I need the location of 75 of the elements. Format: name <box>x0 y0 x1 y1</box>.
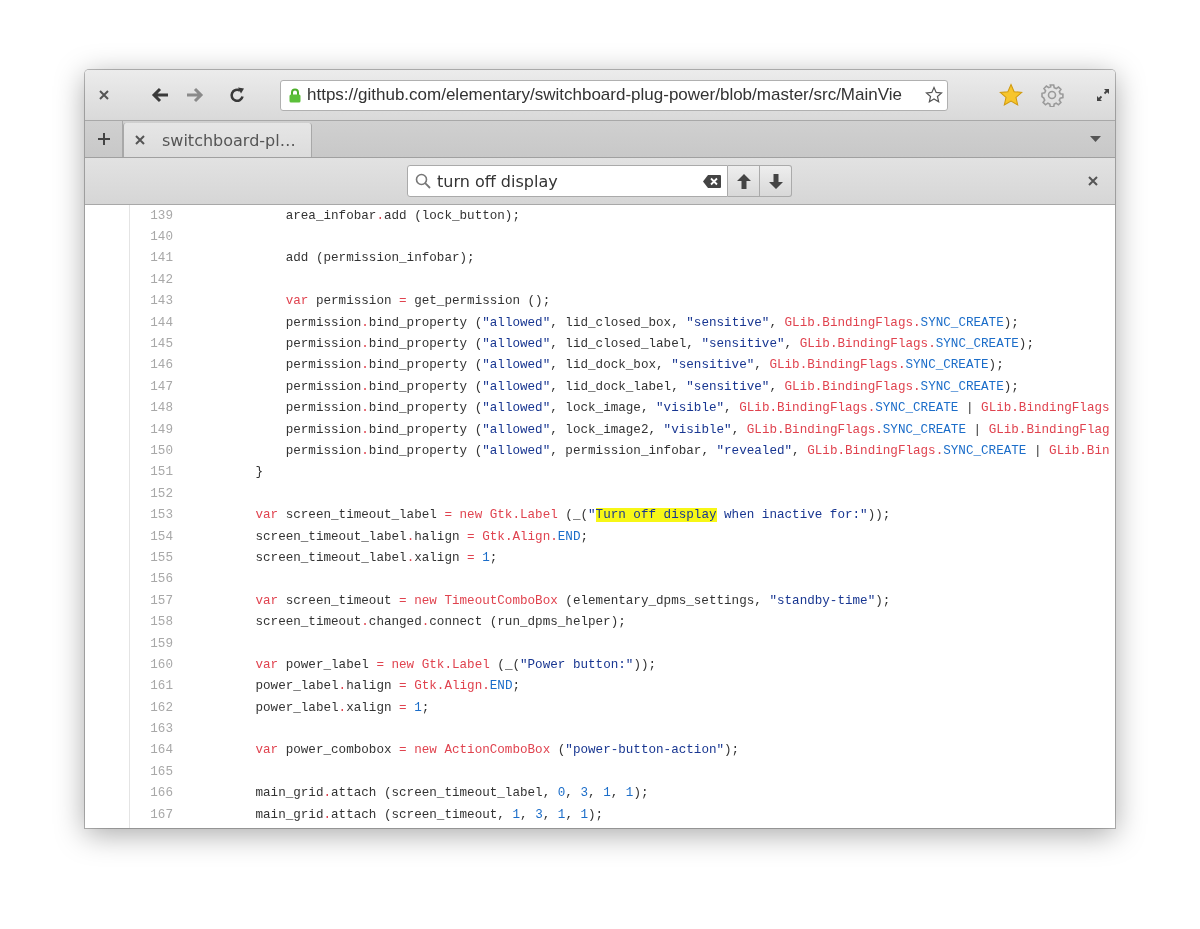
star-icon[interactable] <box>998 82 1024 108</box>
line-number: 153 <box>149 508 173 523</box>
code-line: permission.bind_property ("allowed", permission_infobar, "revealed", GLib.BindingFlags.SYNC_CREATE | GLib.Bin <box>284 444 1110 458</box>
code-line: area_infobar.add (lock_button); <box>284 208 520 223</box>
line-number: 152 <box>149 486 173 501</box>
tab-title: switchboard-pl… <box>162 130 296 150</box>
line-number: 148 <box>149 401 173 416</box>
line-number: 161 <box>149 679 173 694</box>
close-icon[interactable] <box>1088 176 1098 186</box>
line-number: 149 <box>149 422 173 437</box>
code-line: permission.bind_property ("allowed", lock_image2, "visible", GLib.BindingFlags.SYNC_CREATE | GLib.BindingFlag <box>284 422 1110 437</box>
code-line: } <box>254 465 264 480</box>
line-number: 151 <box>149 465 173 480</box>
code-line: add (permission_infobar); <box>284 251 475 266</box>
code-line: screen_timeout.changed.connect (run_dpms_helper); <box>254 615 626 630</box>
line-number: 163 <box>149 722 173 737</box>
line-number: 150 <box>149 444 173 458</box>
line-number: 165 <box>149 764 173 779</box>
line-number: 147 <box>149 379 173 394</box>
line-number: 145 <box>149 337 173 352</box>
code-line: permission.bind_property ("allowed", lock_image, "visible", GLib.BindingFlags.SYNC_CREATE | GLib.BindingFlags <box>284 401 1110 416</box>
line-number: 158 <box>149 615 173 630</box>
address-bar[interactable]: https://github.com/elementary/switchboard-plug-power/blob/master/src/MainVie <box>280 79 948 111</box>
line-number: 155 <box>149 550 173 565</box>
line-number: 140 <box>149 230 173 245</box>
next-match-button[interactable] <box>760 165 792 197</box>
code-line: var screen_timeout = new TimeoutComboBox (elementary_dpms_settings, "standby-time"); <box>254 593 891 608</box>
url-text: https://github.com/elementary/switchboard-plug-power/blob/master/src/MainVie <box>307 85 903 105</box>
maximize-icon[interactable] <box>1096 88 1110 102</box>
code-line: var screen_timeout_label = new Gtk.Label (_("Turn off display when inactive for:")); <box>254 508 891 523</box>
reload-icon[interactable] <box>229 86 246 104</box>
browser-tab[interactable]: switchboard-pl… <box>123 123 312 157</box>
line-number: 166 <box>149 786 173 801</box>
back-arrow-icon[interactable] <box>151 87 169 103</box>
code-line: permission.bind_property ("allowed", lid_dock_box, "sensitive", GLib.BindingFlags.SYNC_CREATE); <box>284 358 1004 373</box>
new-tab-icon[interactable] <box>97 133 110 145</box>
line-number: 141 <box>149 251 173 266</box>
code-line: permission.bind_property ("allowed", lid_closed_label, "sensitive", GLib.BindingFlags.SYNC_CREATE); <box>284 337 1034 352</box>
line-number: 142 <box>149 272 173 287</box>
line-number: 167 <box>149 807 173 822</box>
down-arrow-icon <box>768 173 783 189</box>
search-input[interactable]: turn off display <box>437 171 697 191</box>
line-number: 144 <box>149 315 173 330</box>
code-line: main_grid.attach (screen_timeout_label, 0, 3, 1, 1); <box>254 786 649 801</box>
caret-icon[interactable] <box>1090 136 1101 142</box>
code-line: var permission = get_permission (); <box>284 294 551 309</box>
line-number: 159 <box>149 636 173 651</box>
code-line: permission.bind_property ("allowed", lid_dock_label, "sensitive", GLib.BindingFlags.SYNC_CREATE); <box>284 379 1019 394</box>
line-number: 156 <box>149 572 173 587</box>
close-icon[interactable] <box>99 90 109 100</box>
lock-icon <box>289 87 301 103</box>
forward-arrow-icon[interactable] <box>186 87 204 103</box>
line-number: 162 <box>149 700 173 715</box>
code-line: permission.bind_property ("allowed", lid_closed_box, "sensitive", GLib.BindingFlags.SYNC_CREATE); <box>284 315 1019 330</box>
code-line: screen_timeout_label.halign = Gtk.Align.END; <box>254 529 589 544</box>
code-line: var power_combobox = new ActionComboBox ("power-button-action"); <box>254 743 740 758</box>
code-line: power_label.halign = Gtk.Align.END; <box>254 679 520 694</box>
line-number: 146 <box>149 358 173 373</box>
close-icon[interactable] <box>135 135 145 145</box>
line-number: 157 <box>149 593 173 608</box>
line-number: 143 <box>149 294 173 309</box>
previous-match-button[interactable] <box>728 165 760 197</box>
code-line: main_grid.attach (screen_timeout, 1, 3, 1, 1); <box>254 807 604 822</box>
search-icon <box>415 173 431 189</box>
line-number: 160 <box>149 657 173 672</box>
code-line: screen_timeout_label.xalign = 1; <box>254 550 498 565</box>
up-arrow-icon <box>736 173 751 189</box>
star-icon[interactable] <box>925 86 943 104</box>
line-number: 164 <box>149 743 173 758</box>
clear-icon[interactable] <box>703 174 721 188</box>
line-number: 154 <box>149 529 173 544</box>
code-line: var power_label = new Gtk.Label (_("Power button:")); <box>254 657 657 672</box>
line-number: 139 <box>149 208 173 223</box>
code-line: power_label.xalign = 1; <box>254 700 430 715</box>
find-field[interactable]: turn off display <box>407 165 728 197</box>
